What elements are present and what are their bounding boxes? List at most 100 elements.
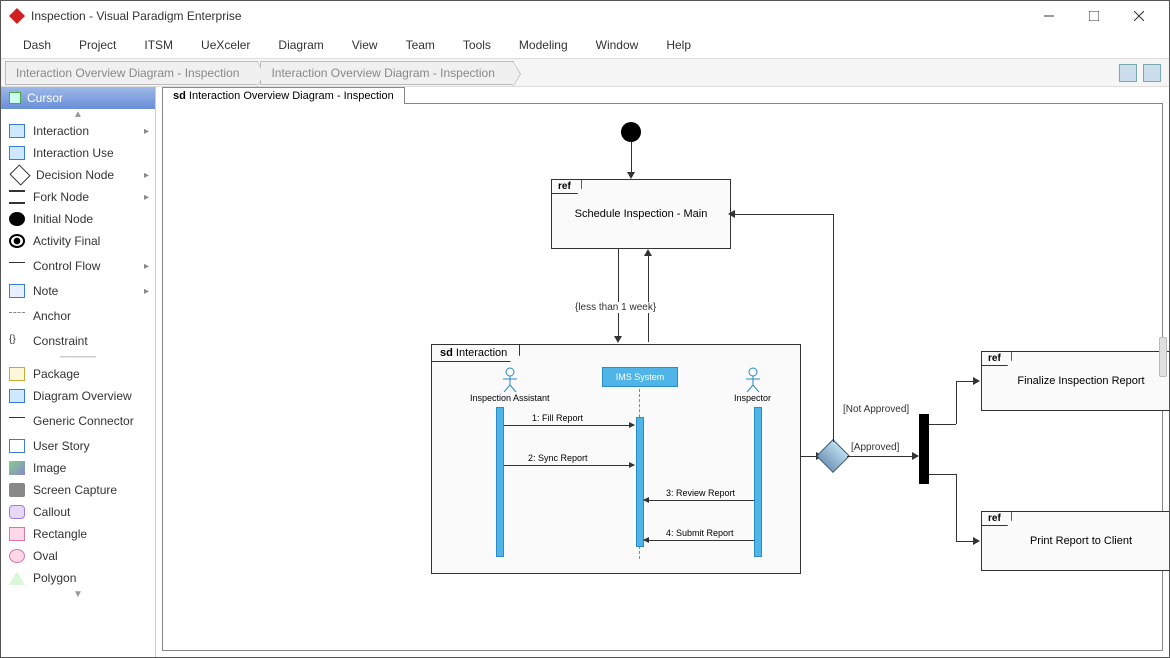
menu-project[interactable]: Project	[65, 34, 130, 56]
actor-icon	[500, 367, 520, 393]
palette-control-flow[interactable]: Control Flow▸	[1, 252, 155, 280]
lifeline-bar[interactable]	[496, 407, 504, 557]
menu-bar: Dash Project ITSM UeXceler Diagram View …	[1, 31, 1169, 59]
palette-user-story[interactable]: User Story	[1, 435, 155, 457]
edge	[956, 474, 957, 541]
menu-team[interactable]: Team	[392, 34, 449, 56]
message-arrow[interactable]	[504, 425, 634, 426]
palette-activity-final[interactable]: Activity Final	[1, 230, 155, 252]
menu-dash[interactable]: Dash	[9, 34, 65, 56]
arrow-icon	[644, 249, 652, 256]
ref-label: Finalize Inspection Report	[1017, 375, 1144, 387]
constraint-icon: {}	[9, 334, 25, 348]
decision-node[interactable]	[816, 439, 850, 473]
ref-tag: ref	[982, 512, 1012, 526]
actor-inspector[interactable]: Inspector	[734, 367, 771, 403]
actor-assistant[interactable]: Inspection Assistant	[470, 367, 550, 403]
palette-screen-capture[interactable]: Screen Capture	[1, 479, 155, 501]
lifeline-system[interactable]: IMS System	[602, 367, 678, 387]
palette-note[interactable]: Note▸	[1, 280, 155, 302]
palette-polygon[interactable]: Polygon	[1, 567, 155, 589]
oval-icon	[9, 549, 25, 563]
actor-icon	[743, 367, 763, 393]
palette-package[interactable]: Package	[1, 363, 155, 385]
menu-help[interactable]: Help	[652, 34, 705, 56]
palette-initial-node[interactable]: Initial Node	[1, 208, 155, 230]
edge	[929, 474, 956, 475]
palette-fork-node[interactable]: Fork Node▸	[1, 186, 155, 208]
image-icon	[9, 461, 25, 475]
palette-oval[interactable]: Oval	[1, 545, 155, 567]
menu-modeling[interactable]: Modeling	[505, 34, 582, 56]
message-label: 3: Review Report	[666, 488, 735, 498]
palette-image[interactable]: Image	[1, 457, 155, 479]
edge	[847, 456, 915, 457]
palette-decision-node[interactable]: Decision Node▸	[1, 164, 155, 186]
palette-interaction-use[interactable]: Interaction Use	[1, 142, 155, 164]
menu-window[interactable]: Window	[582, 34, 653, 56]
initial-node[interactable]	[621, 122, 641, 142]
pin-icon: ▸	[144, 192, 149, 203]
ref-print[interactable]: ref Print Report to Client	[981, 511, 1169, 571]
package-icon	[9, 367, 25, 381]
minimize-button[interactable]	[1026, 1, 1071, 31]
final-icon	[9, 234, 25, 248]
message-arrow[interactable]	[504, 465, 634, 466]
menu-itsm[interactable]: ITSM	[130, 34, 187, 56]
pin-icon: ▸	[144, 126, 149, 137]
pin-icon: ▸	[144, 286, 149, 297]
palette-collapse-icon[interactable]: ▲	[1, 109, 155, 120]
app-icon	[9, 8, 25, 24]
palette-constraint[interactable]: {}Constraint	[1, 330, 155, 352]
window-title: Inspection - Visual Paradigm Enterprise	[31, 9, 1026, 23]
ref-finalize[interactable]: ref Finalize Inspection Report	[981, 351, 1169, 411]
menu-view[interactable]: View	[338, 34, 392, 56]
arrow-icon	[912, 452, 919, 460]
fork-icon	[9, 190, 25, 204]
note-icon	[9, 284, 25, 298]
anchor-icon	[9, 312, 25, 326]
breadcrumb: Interaction Overview Diagram - Inspectio…	[1, 59, 1169, 87]
palette-generic-connector[interactable]: Generic Connector	[1, 407, 155, 435]
ref-tag: ref	[982, 352, 1012, 366]
ref-label: Schedule Inspection - Main	[575, 208, 708, 220]
breadcrumb-item[interactable]: Interaction Overview Diagram - Inspectio…	[5, 61, 258, 85]
toolbar-icon[interactable]	[1119, 64, 1137, 82]
interaction-icon	[9, 124, 25, 138]
breadcrumb-item[interactable]: Interaction Overview Diagram - Inspectio…	[260, 61, 513, 85]
palette-rectangle[interactable]: Rectangle	[1, 523, 155, 545]
palette-expand-icon[interactable]: ▼	[1, 589, 155, 600]
menu-tools[interactable]: Tools	[449, 34, 505, 56]
ref-label: Print Report to Client	[1030, 535, 1132, 547]
message-label: 4: Submit Report	[666, 528, 734, 538]
arrow-icon	[973, 537, 980, 545]
toolbar-icon[interactable]	[1143, 64, 1161, 82]
lifeline-bar[interactable]	[754, 407, 762, 557]
close-button[interactable]	[1116, 1, 1161, 31]
lifeline-bar[interactable]	[636, 417, 644, 547]
callout-icon	[9, 505, 25, 519]
canvas-frame-tab: sd Interaction Overview Diagram - Inspec…	[162, 87, 405, 104]
message-arrow[interactable]	[644, 500, 754, 501]
menu-uexceler[interactable]: UeXceler	[187, 34, 264, 56]
scrollbar-handle[interactable]	[1159, 337, 1167, 377]
fork-node[interactable]	[919, 414, 929, 484]
polygon-icon	[9, 571, 25, 585]
arrow-icon	[627, 172, 635, 179]
arrow-icon	[614, 336, 622, 343]
rectangle-icon	[9, 527, 25, 541]
palette-anchor[interactable]: Anchor	[1, 302, 155, 330]
diagram-canvas[interactable]: sd Interaction Overview Diagram - Inspec…	[156, 87, 1169, 657]
palette-cursor[interactable]: Cursor	[1, 87, 155, 109]
palette-callout[interactable]: Callout	[1, 501, 155, 523]
maximize-button[interactable]	[1071, 1, 1116, 31]
palette-diagram-overview[interactable]: Diagram Overview	[1, 385, 155, 407]
ref-schedule[interactable]: ref Schedule Inspection - Main	[551, 179, 731, 249]
flow-icon	[9, 262, 25, 276]
sd-interaction[interactable]: sd Interaction Inspection Assistant IMS …	[431, 344, 801, 574]
edge	[929, 424, 956, 425]
guard-not-approved: [Not Approved]	[841, 404, 911, 415]
menu-diagram[interactable]: Diagram	[264, 34, 337, 56]
message-arrow[interactable]	[644, 540, 754, 541]
palette-interaction[interactable]: Interaction▸	[1, 120, 155, 142]
